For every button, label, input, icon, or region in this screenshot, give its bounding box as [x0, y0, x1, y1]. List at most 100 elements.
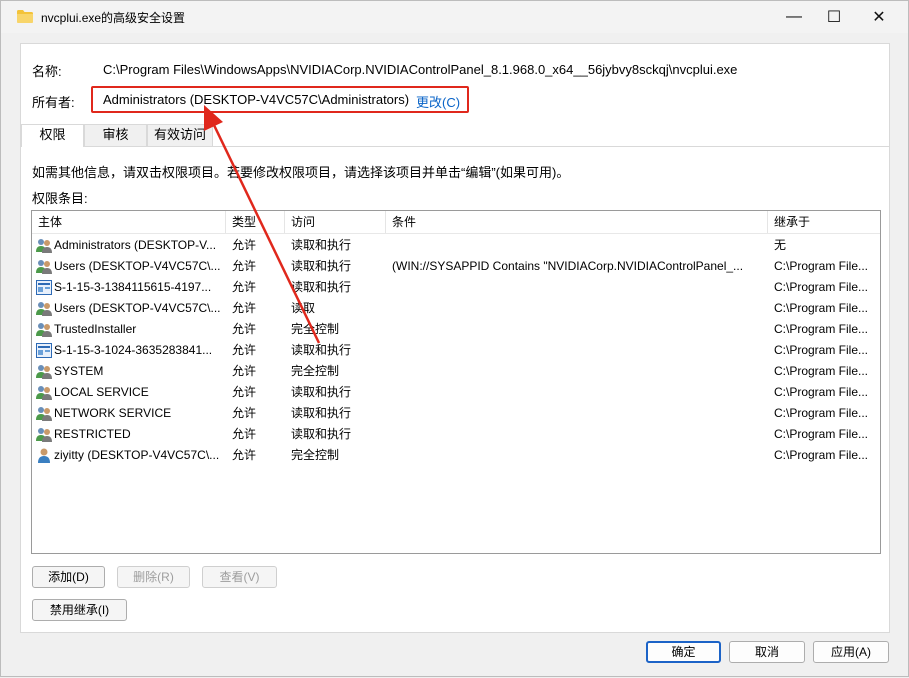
cell-type: 允许 [232, 322, 257, 336]
cell-condition [392, 319, 764, 340]
cell-condition [392, 403, 764, 424]
cancel-button[interactable]: 取消 [729, 641, 805, 663]
group-icon [36, 385, 52, 400]
cell-inherited-from: 无 [774, 238, 787, 252]
cell-access: 读取和执行 [291, 385, 352, 399]
apply-button[interactable]: 应用(A) [813, 641, 889, 663]
cell-access: 读取和执行 [291, 280, 352, 294]
info-text: 如需其他信息，请双击权限项目。若要修改权限项目，请选择该项目并单击“编辑”(如果… [32, 165, 570, 180]
cell-type: 允许 [232, 343, 257, 357]
cell-type: 允许 [232, 364, 257, 378]
name-label: 名称: [32, 64, 62, 79]
window-title: nvcplui.exe的高级安全设置 [41, 11, 186, 25]
cell-condition: (WIN://SYSAPPID Contains "NVIDIACorp.NVI… [392, 259, 744, 273]
cell-condition [392, 298, 764, 319]
ok-button[interactable]: 确定 [646, 641, 721, 663]
cell-access: 读取和执行 [291, 238, 352, 252]
cell-type: 允许 [232, 385, 257, 399]
cell-principal: SYSTEM [54, 364, 104, 378]
cell-inherited-from: C:\Program File... [774, 448, 869, 462]
owner-highlight-box [91, 86, 469, 113]
cell-inherited-from: C:\Program File... [774, 406, 869, 420]
column-condition[interactable]: 条件 [386, 211, 768, 233]
group-icon [36, 406, 52, 421]
user-icon [36, 448, 52, 463]
cell-inherited-from: C:\Program File... [774, 259, 869, 273]
tab-auditing[interactable]: 审核 [84, 124, 147, 146]
cell-principal: S-1-15-3-1024-3635283841... [54, 343, 213, 357]
table-row[interactable]: Users (DESKTOP-V4VC57C\... 允许 读取和执行 (WIN://… [32, 256, 880, 277]
cell-access: 读取和执行 [291, 343, 352, 357]
cell-type: 允许 [232, 259, 257, 273]
cell-principal: Users (DESKTOP-V4VC57C\... [54, 259, 221, 273]
cell-inherited-from: C:\Program File... [774, 343, 869, 357]
table-row[interactable]: NETWORK SERVICE 允许 读取和执行 C:\Program File... [32, 403, 880, 424]
title-bar[interactable]: nvcplui.exe的高级安全设置 — ☐ ✕ [1, 1, 908, 33]
group-icon [36, 301, 52, 316]
cell-condition [392, 277, 764, 298]
tab-effective-access[interactable]: 有效访问 [147, 124, 213, 146]
cell-condition [392, 235, 764, 256]
cell-inherited-from: C:\Program File... [774, 301, 869, 315]
cell-principal: Users (DESKTOP-V4VC57C\... [54, 301, 221, 315]
cell-type: 允许 [232, 448, 257, 462]
cell-principal: S-1-15-3-1384115615-4197... [54, 280, 212, 294]
view-button[interactable]: 查看(V) [202, 566, 277, 588]
table-row[interactable]: S-1-15-3-1024-3635283841... 允许 读取和执行 C:\Pro… [32, 340, 880, 361]
cell-type: 允许 [232, 280, 257, 294]
group-icon [36, 238, 52, 253]
add-button[interactable]: 添加(D) [32, 566, 105, 588]
cell-inherited-from: C:\Program File... [774, 364, 869, 378]
cell-condition [392, 382, 764, 403]
entries-label: 权限条目: [32, 191, 88, 206]
column-type[interactable]: 类型 [226, 211, 285, 233]
cell-type: 允许 [232, 427, 257, 441]
column-inherited-from[interactable]: 继承于 [768, 211, 880, 233]
cell-condition [392, 424, 764, 445]
cell-principal: LOCAL SERVICE [54, 385, 149, 399]
table-row[interactable]: RESTRICTED 允许 读取和执行 C:\Program File... [32, 424, 880, 445]
cell-principal: ziyitty (DESKTOP-V4VC57C\... [54, 448, 220, 462]
cell-condition [392, 445, 764, 466]
owner-label: 所有者: [32, 95, 75, 110]
cell-inherited-from: C:\Program File... [774, 385, 869, 399]
permission-entries-table[interactable]: 主体 类型 访问 条件 继承于 Administrators (DESKTOP-… [31, 210, 881, 554]
table-row[interactable]: LOCAL SERVICE 允许 读取和执行 C:\Program File... [32, 382, 880, 403]
cell-access: 完全控制 [291, 448, 340, 462]
group-icon [36, 322, 52, 337]
tab-strip: 权限 审核 有效访问 [21, 124, 889, 147]
column-access[interactable]: 访问 [285, 211, 386, 233]
table-row[interactable]: Users (DESKTOP-V4VC57C\... 允许 读取 C:\Program… [32, 298, 880, 319]
cell-principal: TrustedInstaller [54, 322, 137, 336]
name-value: C:\Program Files\WindowsApps\NVIDIACorp.… [103, 62, 738, 77]
table-row[interactable]: Administrators (DESKTOP-V... 允许 读取和执行 无 [32, 235, 880, 256]
table-row[interactable]: S-1-15-3-1384115615-4197... 允许 读取和执行 C:\Pro… [32, 277, 880, 298]
table-row[interactable]: ziyitty (DESKTOP-V4VC57C\... 允许 完全控制 C:\Pro… [32, 445, 880, 466]
group-icon [36, 259, 52, 274]
column-principal[interactable]: 主体 [32, 211, 226, 233]
remove-button[interactable]: 删除(R) [117, 566, 190, 588]
tab-permissions[interactable]: 权限 [21, 124, 84, 147]
cell-type: 允许 [232, 406, 257, 420]
cell-principal: NETWORK SERVICE [54, 406, 172, 420]
cell-principal: Administrators (DESKTOP-V... [54, 238, 217, 252]
cell-inherited-from: C:\Program File... [774, 322, 869, 336]
disable-inheritance-button[interactable]: 禁用继承(I) [32, 599, 127, 621]
table-row[interactable]: TrustedInstaller 允许 完全控制 C:\Program File... [32, 319, 880, 340]
cell-inherited-from: C:\Program File... [774, 280, 869, 294]
folder-icon [17, 10, 33, 23]
table-row[interactable]: SYSTEM 允许 完全控制 C:\Program File... [32, 361, 880, 382]
cell-condition [392, 340, 764, 361]
security-settings-window: nvcplui.exe的高级安全设置 — ☐ ✕ 名称: C:\Program … [0, 0, 909, 677]
group-icon [36, 427, 52, 442]
cell-access: 读取和执行 [291, 427, 352, 441]
cell-type: 允许 [232, 238, 257, 252]
close-button[interactable]: ✕ [856, 1, 902, 33]
cell-principal: RESTRICTED [54, 427, 131, 441]
capability-icon [36, 280, 52, 295]
cell-access: 完全控制 [291, 322, 340, 336]
maximize-button[interactable]: ☐ [811, 1, 857, 33]
group-icon [36, 364, 52, 379]
cell-condition [392, 361, 764, 382]
cell-access: 读取和执行 [291, 259, 352, 273]
